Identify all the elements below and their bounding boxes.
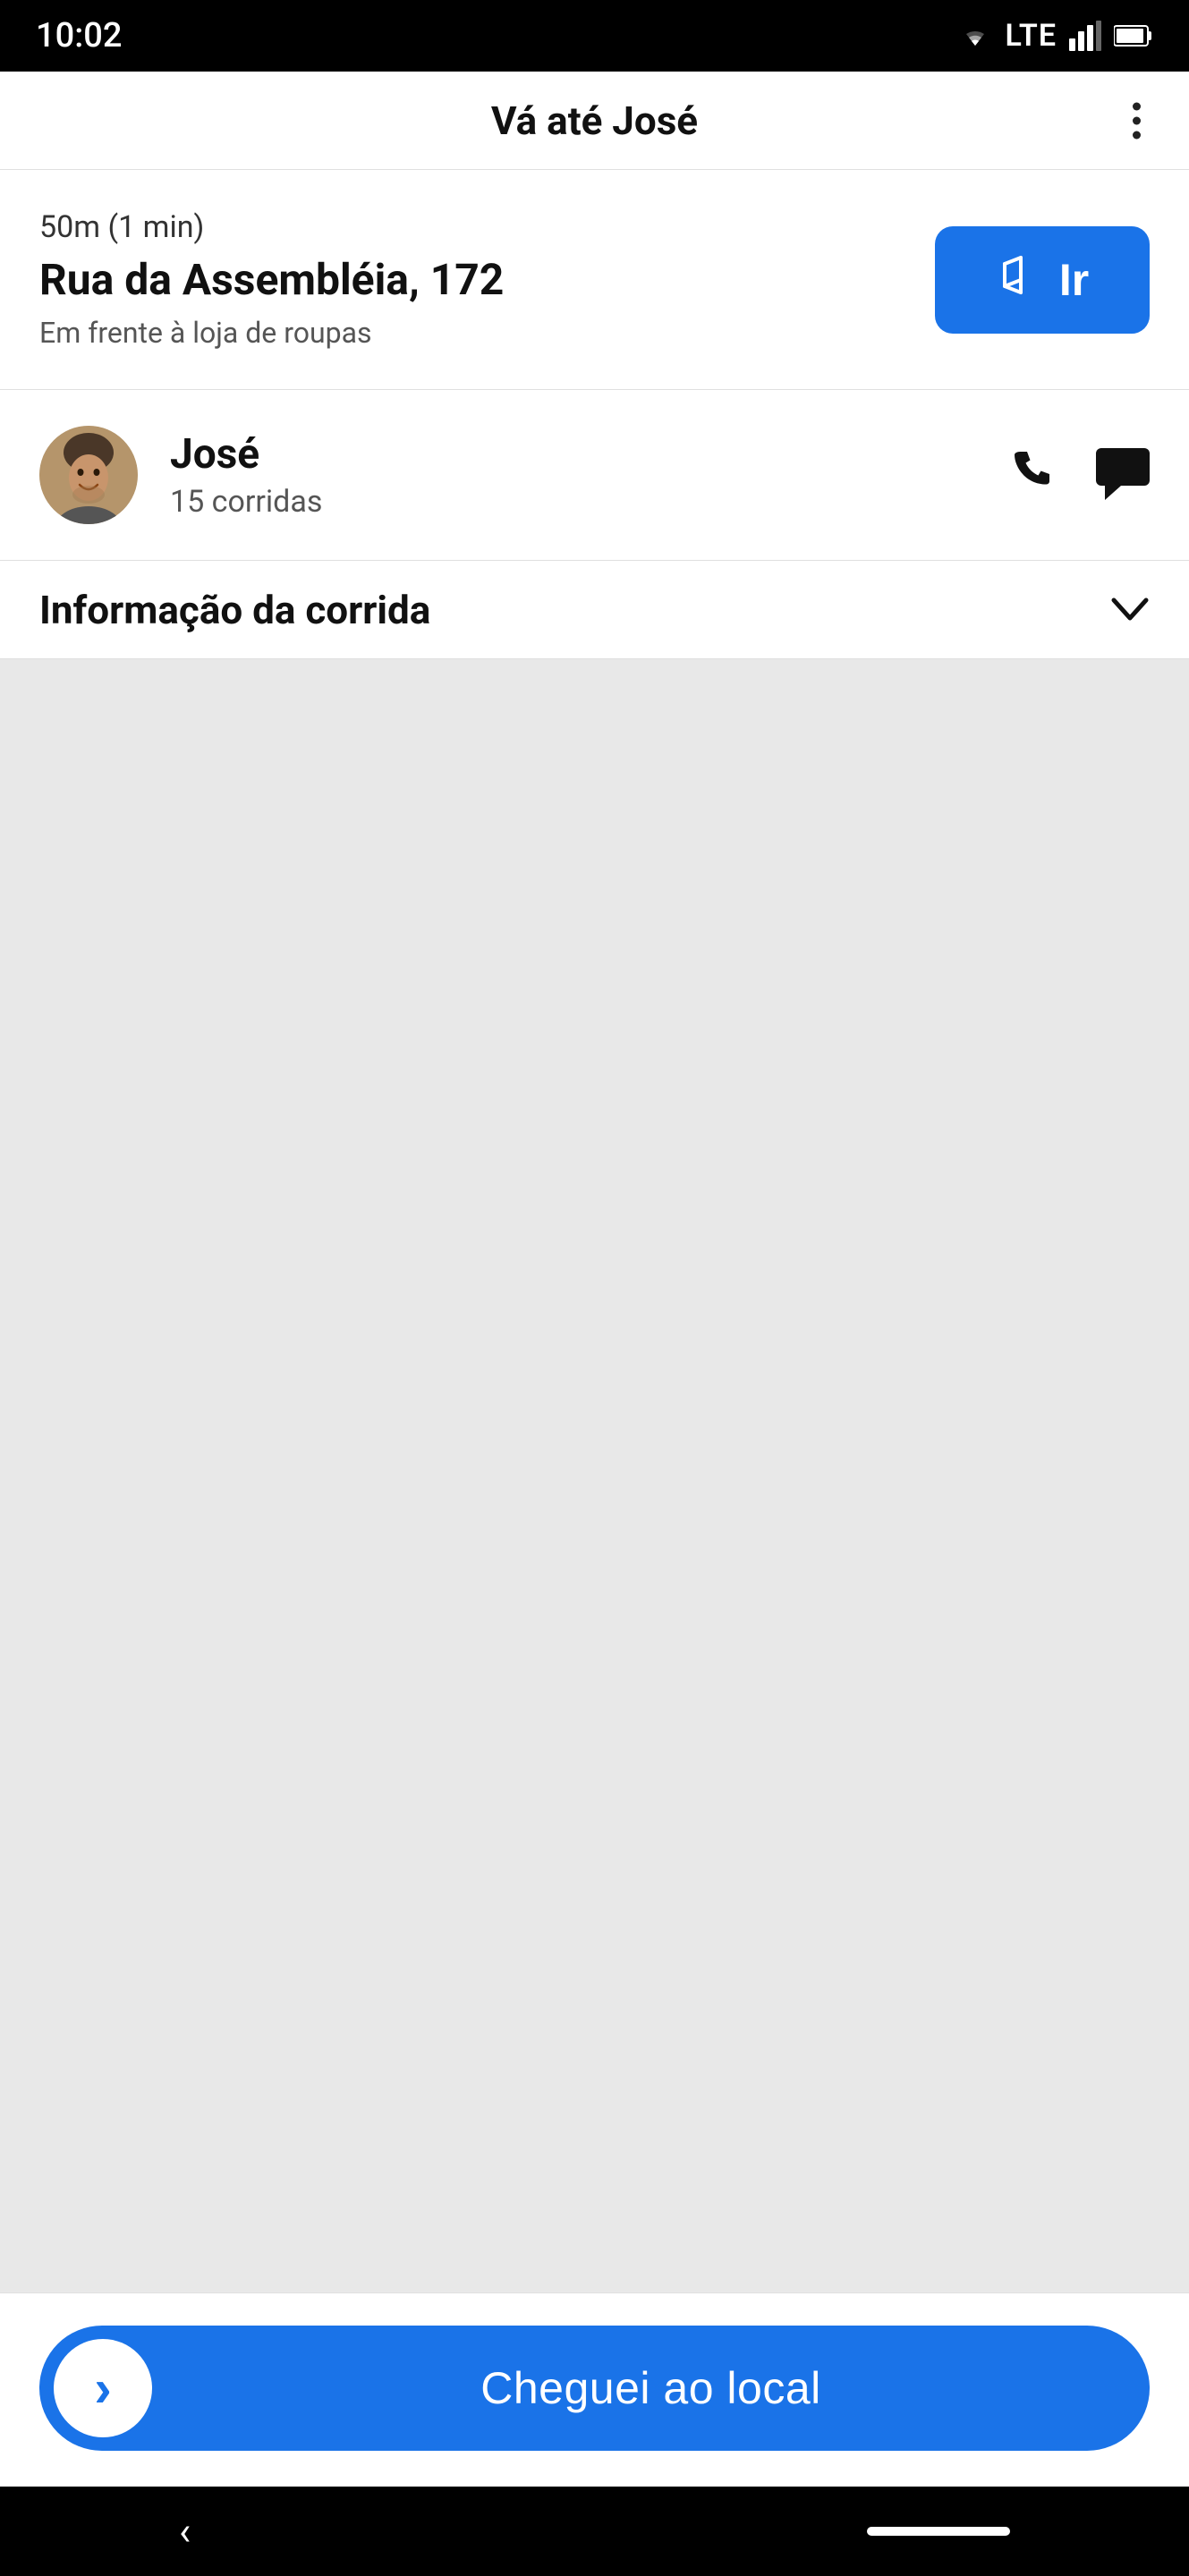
- rider-avatar: [39, 426, 138, 524]
- avatar-image: [39, 426, 138, 524]
- phone-icon-svg: [1007, 445, 1057, 494]
- chevron-icon-svg: [1110, 597, 1150, 623]
- arrow-right-icon: ›: [94, 2359, 111, 2419]
- distance-label: 50m (1 min): [39, 209, 899, 245]
- more-menu-button[interactable]: [1124, 93, 1150, 148]
- chat-button[interactable]: [1096, 448, 1150, 503]
- arrived-button[interactable]: › Cheguei ao local: [39, 2326, 1150, 2451]
- address-section: 50m (1 min) Rua da Assembléia, 172 Em fr…: [0, 170, 1189, 390]
- street-address: Rua da Assembléia, 172: [39, 254, 899, 305]
- home-pill[interactable]: [867, 2527, 1010, 2536]
- back-button[interactable]: ‹: [179, 2508, 191, 2555]
- bottom-bar: › Cheguei ao local: [0, 2292, 1189, 2487]
- status-time: 10:02: [36, 16, 122, 55]
- rider-name: José: [170, 430, 1007, 479]
- phone-icon: [1007, 445, 1057, 505]
- chevron-down-icon: [1110, 587, 1150, 633]
- bottom-navigation: ‹: [0, 2487, 1189, 2576]
- navigation-icon-svg: [996, 250, 1045, 300]
- go-button[interactable]: Ir: [935, 226, 1150, 334]
- rider-rides: 15 corridas: [170, 484, 1007, 520]
- battery-icon: [1114, 24, 1153, 47]
- arrived-label: Cheguei ao local: [152, 2362, 1150, 2414]
- call-button[interactable]: [1007, 445, 1057, 505]
- rider-info: José 15 corridas: [170, 430, 1007, 520]
- address-info: 50m (1 min) Rua da Assembléia, 172 Em fr…: [39, 209, 899, 350]
- signal-icon: [1069, 21, 1101, 51]
- rider-actions: [1007, 445, 1150, 505]
- route-icon: [996, 250, 1045, 309]
- ride-info-label: Informação da corrida: [39, 587, 430, 633]
- ride-info-section[interactable]: Informação da corrida: [0, 561, 1189, 659]
- rider-section: José 15 corridas: [0, 390, 1189, 561]
- go-label: Ir: [1059, 254, 1089, 306]
- status-icons: LTE: [957, 18, 1154, 54]
- map-view: [0, 659, 1189, 2292]
- page-title: Vá até José: [491, 97, 698, 144]
- app-header: Vá até José: [0, 72, 1189, 170]
- address-note: Em frente à loja de roupas: [39, 316, 899, 350]
- arrived-circle: ›: [54, 2339, 152, 2437]
- lte-label: LTE: [1006, 18, 1057, 54]
- wifi-icon: [957, 21, 993, 51]
- chat-icon: [1096, 448, 1150, 503]
- status-bar: 10:02 LTE: [0, 0, 1189, 72]
- chat-icon-svg: [1096, 448, 1150, 500]
